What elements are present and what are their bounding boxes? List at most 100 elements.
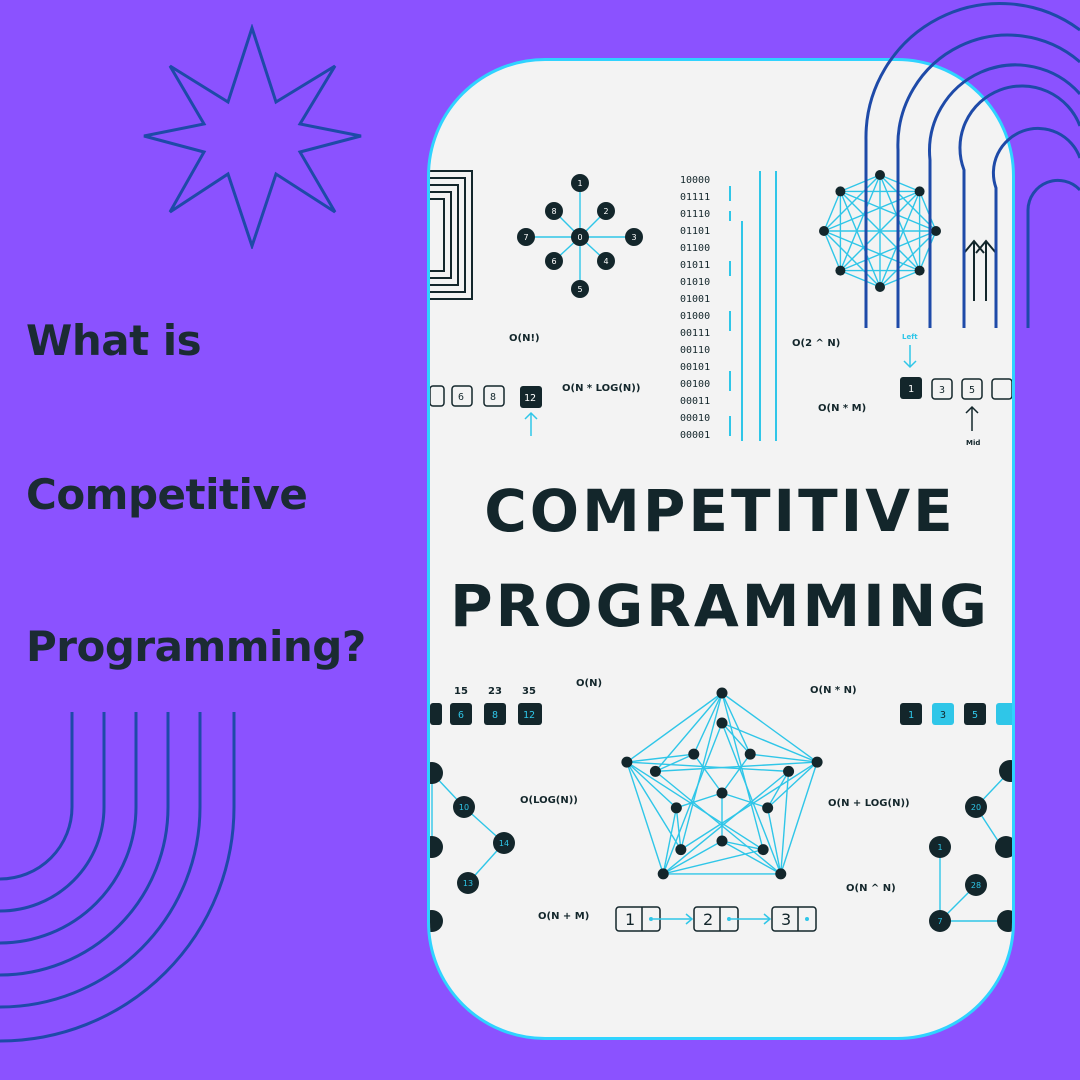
binary-row: 01000 xyxy=(680,311,710,322)
binary-row: 10000 xyxy=(680,175,710,186)
array-number: 35 xyxy=(522,686,536,697)
tree-node-label: 10 xyxy=(459,803,469,812)
headline-line-1: What is xyxy=(26,316,202,365)
binary-row: 01010 xyxy=(680,277,710,288)
graph-node xyxy=(811,756,823,768)
nested-squares-icon xyxy=(430,170,473,300)
complexity-label: O(N + M) xyxy=(538,911,589,922)
graph-edge xyxy=(721,792,768,809)
complexity-label: O(N!) xyxy=(509,333,540,344)
graph-edge xyxy=(626,692,723,763)
poster-title-line-2: PROGRAMMING xyxy=(450,572,990,640)
binary-row: 00110 xyxy=(680,345,710,356)
graph-node xyxy=(716,787,728,799)
graph-node xyxy=(819,226,829,236)
tree-node-label: 13 xyxy=(463,879,473,888)
graph-node xyxy=(716,717,728,729)
array-cell: 12 xyxy=(524,393,536,404)
graph-node xyxy=(757,844,769,856)
graph-node xyxy=(670,802,682,814)
array-cell: 8 xyxy=(492,710,498,721)
array-cell: 1 xyxy=(908,710,914,721)
headline-line-3: Programming? xyxy=(26,622,366,671)
array-cell: 5 xyxy=(969,385,975,396)
binary-row: 01100 xyxy=(680,243,710,254)
graph-node xyxy=(762,802,774,814)
graph-edge xyxy=(721,722,751,755)
tree-node-label: 20 xyxy=(971,803,981,812)
binary-row: 00010 xyxy=(680,413,710,424)
graph-node xyxy=(775,868,787,880)
graph-node xyxy=(744,748,756,760)
binary-row: 01110 xyxy=(680,209,710,220)
array-cell: 1 xyxy=(908,384,914,395)
search-left-label: Left xyxy=(902,333,918,341)
tree-node-label: 1 xyxy=(937,843,942,852)
graph-node xyxy=(675,844,687,856)
tree-node-label: 7 xyxy=(937,917,942,926)
complexity-label: O(N + LOG(N)) xyxy=(828,798,910,809)
graph-node xyxy=(835,265,846,276)
star-node-label: 0 xyxy=(577,233,582,242)
graph-node xyxy=(621,756,633,768)
tree-node-label: 14 xyxy=(499,839,509,848)
star-node-label: 3 xyxy=(631,233,636,242)
complexity-label: O(2 ^ N) xyxy=(792,338,840,349)
binary-row: 01001 xyxy=(680,294,710,305)
array-number: 15 xyxy=(454,686,468,697)
star-node-label: 6 xyxy=(551,257,556,266)
list-node-value: 2 xyxy=(703,910,713,929)
star-node-label: 8 xyxy=(551,207,556,216)
graph-edge xyxy=(780,771,790,874)
complexity-label: O(N * N) xyxy=(810,685,857,696)
graph-edge xyxy=(676,792,723,809)
complexity-label: O(LOG(N)) xyxy=(520,795,578,806)
search-mid-label: Mid xyxy=(966,439,980,447)
graph-node xyxy=(783,765,795,777)
graph-node xyxy=(657,868,669,880)
binary-row: 00101 xyxy=(680,362,710,373)
binary-row: 01101 xyxy=(680,226,710,237)
graph-edge xyxy=(767,771,790,809)
binary-row: 01011 xyxy=(680,260,710,271)
array-cell: 12 xyxy=(523,710,535,721)
binary-row: 01111 xyxy=(680,192,710,203)
list-node-value: 1 xyxy=(625,910,635,929)
graph-node xyxy=(835,186,846,197)
array-cell: 5 xyxy=(972,710,978,721)
array-cell: 3 xyxy=(939,385,945,396)
graph-node xyxy=(716,687,728,699)
array-bottom-left: 15 23 35 6 8 12 xyxy=(430,686,542,725)
graph-node xyxy=(649,765,661,777)
star-node-label: 2 xyxy=(603,207,608,216)
complexity-label: O(N) xyxy=(576,678,602,689)
headline-line-2: Competitive xyxy=(26,470,308,519)
star-node-label: 4 xyxy=(603,257,608,266)
array-cell: 3 xyxy=(940,710,946,721)
tree-right: 20 1 28 7 xyxy=(929,760,1012,932)
concentric-arcs-decoration-right xyxy=(864,1,1080,328)
binary-row: 00111 xyxy=(680,328,710,339)
list-node-value: 3 xyxy=(781,910,791,929)
binary-row: 00011 xyxy=(680,396,710,407)
graph-node xyxy=(716,835,728,847)
array-cell: 6 xyxy=(458,710,464,721)
graph-edge xyxy=(662,840,723,875)
graph-edge xyxy=(721,692,818,763)
star-graph: 1 8 2 7 0 3 6 4 5 xyxy=(517,174,643,298)
binary-row: 00100 xyxy=(680,379,710,390)
star-node-label: 7 xyxy=(523,233,528,242)
complexity-label: O(N * M) xyxy=(818,403,866,414)
binary-search-array: Left 1 3 5 Mid xyxy=(900,333,1012,447)
graph-node xyxy=(688,748,700,760)
complexity-label: O(N * LOG(N)) xyxy=(562,383,640,394)
binary-row: 00001 xyxy=(680,430,710,441)
array-bottom-right: 1 3 5 xyxy=(900,703,1012,725)
array-top-left: 6 8 12 xyxy=(430,385,542,436)
star-outline-icon xyxy=(143,24,362,249)
star-node-label: 1 xyxy=(577,179,582,188)
star-node-label: 5 xyxy=(577,285,582,294)
array-number: 23 xyxy=(488,686,502,697)
complexity-label: O(N ^ N) xyxy=(846,883,896,894)
poster-title-line-1: COMPETITIVE xyxy=(484,477,956,545)
